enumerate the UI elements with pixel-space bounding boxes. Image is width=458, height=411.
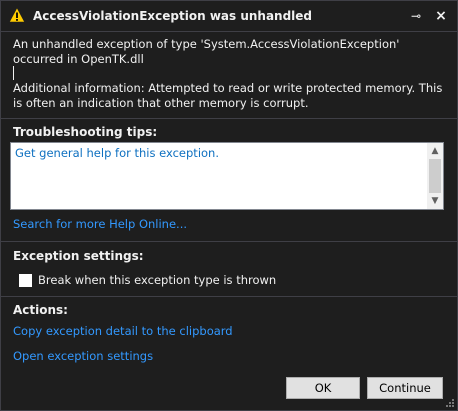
general-help-link[interactable]: Get general help for this exception. xyxy=(15,146,219,160)
ok-button[interactable]: OK xyxy=(286,377,360,399)
text-caret xyxy=(13,66,14,80)
open-exception-settings-link[interactable]: Open exception settings xyxy=(13,349,153,363)
troubleshooting-heading: Troubleshooting tips: xyxy=(13,125,158,139)
scroll-down-icon[interactable]: ▼ xyxy=(427,194,443,208)
close-icon[interactable]: × xyxy=(432,7,450,25)
exception-dialog: AccessViolationException was unhandled ⊸… xyxy=(0,0,458,411)
copy-exception-detail-link[interactable]: Copy exception detail to the clipboard xyxy=(13,324,233,338)
troubleshooting-tips-list[interactable]: Get general help for this exception. ▲ ▼ xyxy=(10,142,444,210)
search-help-online-link[interactable]: Search for more Help Online... xyxy=(13,217,187,231)
exception-message: An unhandled exception of type 'System.A… xyxy=(13,37,400,66)
pin-icon[interactable]: ⊸ xyxy=(407,7,425,25)
exception-settings-heading: Exception settings: xyxy=(13,249,144,263)
section-divider xyxy=(1,118,457,119)
break-on-exception-label[interactable]: Break when this exception type is thrown xyxy=(38,273,276,287)
break-on-exception-checkbox[interactable] xyxy=(19,274,32,287)
additional-information: Additional information: Attempted to rea… xyxy=(13,81,443,110)
title-divider xyxy=(1,31,457,32)
title-bar: AccessViolationException was unhandled ⊸… xyxy=(1,1,457,31)
scroll-thumb[interactable] xyxy=(429,159,441,193)
tips-scrollbar[interactable]: ▲ ▼ xyxy=(427,143,443,209)
warning-icon xyxy=(9,7,25,23)
resize-grip-icon[interactable] xyxy=(445,398,455,408)
continue-button[interactable]: Continue xyxy=(367,377,443,399)
section-divider xyxy=(1,296,457,297)
actions-heading: Actions: xyxy=(13,303,68,317)
scroll-up-icon[interactable]: ▲ xyxy=(427,144,443,158)
dialog-title: AccessViolationException was unhandled xyxy=(33,9,313,23)
section-divider xyxy=(1,241,457,242)
